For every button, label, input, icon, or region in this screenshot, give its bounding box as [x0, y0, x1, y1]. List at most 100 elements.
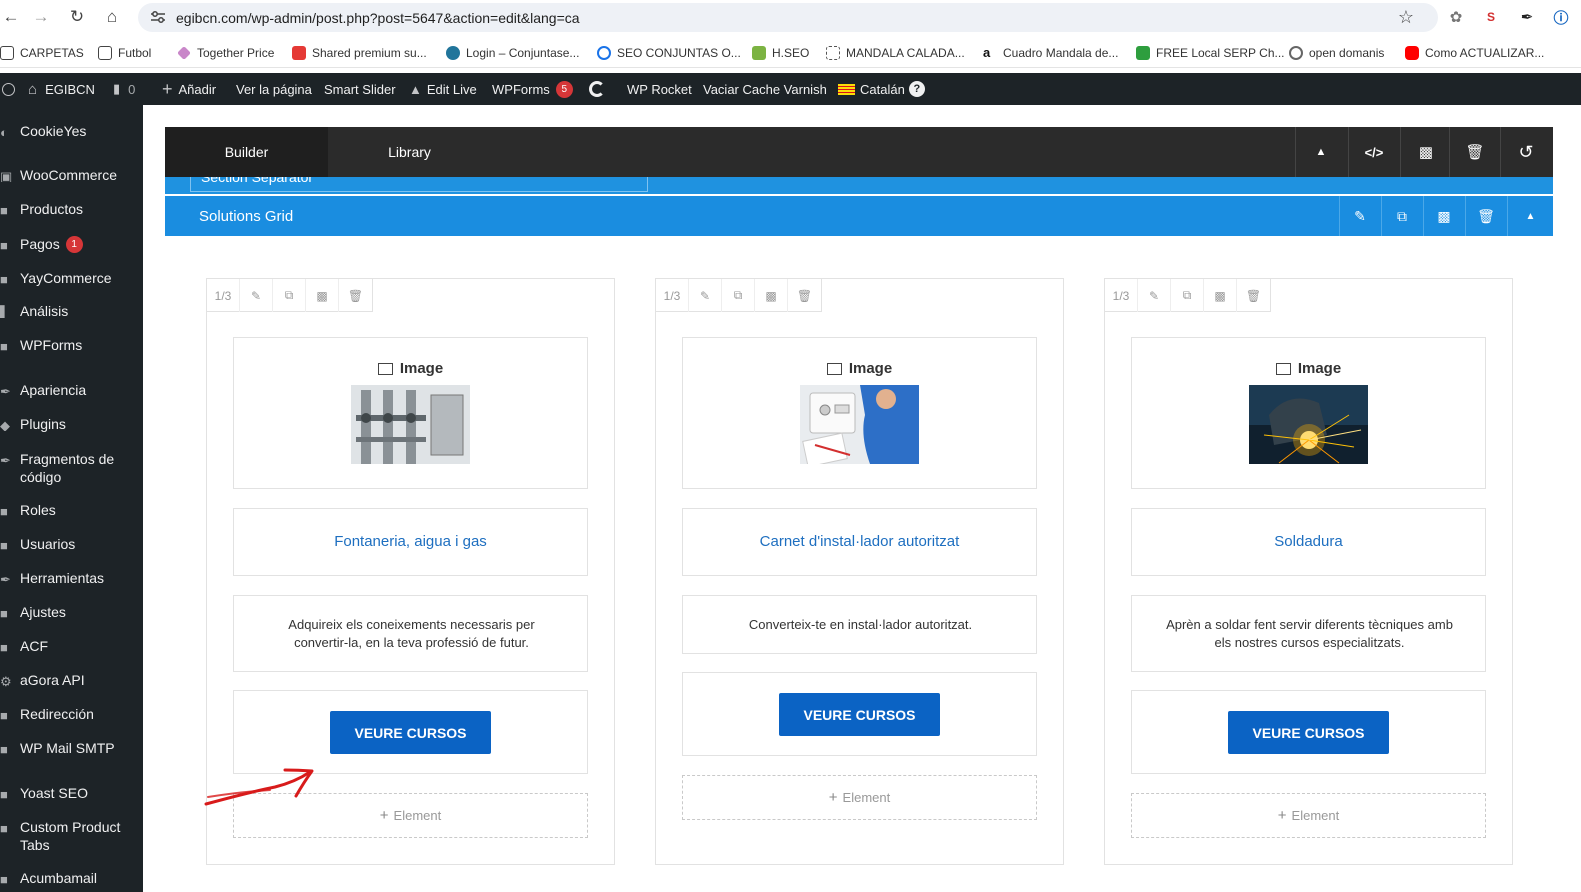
- sidebar-item-productos[interactable]: ■ Productos: [0, 200, 143, 218]
- image-element[interactable]: Image: [233, 337, 588, 489]
- sidebar-item-fragmentos[interactable]: ✒ Fragmentos de código: [0, 450, 125, 486]
- forward-icon[interactable]: →: [30, 6, 52, 28]
- section-name-input[interactable]: Section Separator: [190, 177, 648, 192]
- bookmark-item[interactable]: Futbol: [98, 44, 151, 62]
- save-template-icon[interactable]: ▩: [1204, 279, 1237, 312]
- save-template-icon[interactable]: ▩: [306, 279, 339, 312]
- save-layout-icon[interactable]: ▩: [1400, 127, 1451, 177]
- sidebar-item-yaycommerce[interactable]: ■ YayCommerce: [0, 269, 143, 287]
- column-size[interactable]: 1/3: [207, 279, 240, 312]
- sidebar-item-wpforms[interactable]: ■ WPForms: [0, 336, 143, 354]
- address-bar[interactable]: egibcn.com/wp-admin/post.php?post=5647&a…: [138, 3, 1438, 32]
- duplicate-icon[interactable]: ⧉: [1381, 196, 1422, 236]
- site-name-link[interactable]: ⌂ EGIBCN: [28, 73, 95, 105]
- add-element-button[interactable]: + Element: [682, 775, 1037, 820]
- home-icon[interactable]: ⌂: [101, 6, 123, 28]
- edit-live-link[interactable]: ▲ Edit Live: [409, 73, 477, 105]
- add-new-link[interactable]: + Añadir: [162, 73, 216, 105]
- sidebar-item-herramientas[interactable]: ✒ Herramientas: [0, 569, 143, 587]
- comments-link[interactable]: ▮ 0: [113, 73, 135, 105]
- bookmark-item[interactable]: open domanis: [1289, 44, 1384, 62]
- tab-builder[interactable]: Builder: [165, 127, 328, 177]
- sidebar-item-woocommerce[interactable]: ▣ WooCommerce: [0, 166, 143, 184]
- url-text[interactable]: egibcn.com/wp-admin/post.php?post=5647&a…: [176, 10, 580, 26]
- text-element[interactable]: Converteix-te en instal·lador autoritzat…: [682, 595, 1037, 654]
- trash-icon[interactable]: 🗑: [1449, 127, 1500, 177]
- sidebar-item-apariencia[interactable]: ✒ Apariencia: [0, 381, 143, 399]
- bookmark-item[interactable]: Shared premium su...: [292, 44, 427, 62]
- sidebar-item-analisis[interactable]: ▌ Análisis: [0, 302, 143, 320]
- query-monitor-icon[interactable]: [589, 73, 605, 105]
- sidebar-item-pagos[interactable]: ■ Pagos 1: [0, 235, 143, 253]
- trash-icon[interactable]: 🗑: [339, 279, 372, 312]
- bookmark-item[interactable]: Together Price: [177, 44, 274, 62]
- code-icon[interactable]: </>: [1348, 127, 1399, 177]
- duplicate-icon[interactable]: ⧉: [1171, 279, 1204, 312]
- save-template-icon[interactable]: ▩: [1423, 196, 1464, 236]
- sidebar-item-custom-product-tabs[interactable]: ■ Custom Product Tabs: [0, 818, 125, 854]
- duplicate-icon[interactable]: ⧉: [273, 279, 306, 312]
- varnish-cache-link[interactable]: Vaciar Cache Varnish: [703, 73, 827, 105]
- bookmark-item[interactable]: Login – Conjuntase...: [446, 44, 579, 62]
- extension-info-icon[interactable]: ⓘ: [1551, 7, 1571, 27]
- sidebar-item-usuarios[interactable]: ■ Usuarios: [0, 535, 143, 553]
- reload-icon[interactable]: ↻: [66, 6, 88, 28]
- save-template-icon[interactable]: ▩: [755, 279, 788, 312]
- site-settings-icon[interactable]: [150, 10, 166, 24]
- collapse-up-icon[interactable]: ▲: [1295, 127, 1346, 177]
- sidebar-item-acf[interactable]: ■ ACF: [0, 637, 143, 655]
- duplicate-icon[interactable]: ⧉: [722, 279, 755, 312]
- extension-eyedropper-icon[interactable]: ✒: [1517, 7, 1537, 27]
- trash-icon[interactable]: 🗑: [788, 279, 821, 312]
- collapse-up-icon[interactable]: ▲: [1507, 196, 1553, 236]
- sidebar-item-redireccion[interactable]: ■ Redirección: [0, 705, 143, 723]
- edit-pencil-icon[interactable]: ✎: [689, 279, 722, 312]
- veure-cursos-button[interactable]: VEURE CURSOS: [330, 711, 491, 754]
- sidebar-item-acumbamail[interactable]: ■ Acumbamail: [0, 869, 143, 887]
- trash-icon[interactable]: 🗑: [1237, 279, 1270, 312]
- sidebar-item-agora-api[interactable]: ⚙ aGora API: [0, 671, 143, 689]
- heading-element[interactable]: Fontaneria, aigua i gas: [233, 508, 588, 576]
- smart-slider-link[interactable]: Smart Slider: [324, 73, 396, 105]
- sidebar-item-wp-mail-smtp[interactable]: ■ WP Mail SMTP: [0, 739, 143, 757]
- button-element[interactable]: VEURE CURSOS: [1131, 690, 1486, 774]
- image-element[interactable]: Image: [1131, 337, 1486, 489]
- edit-pencil-icon[interactable]: ✎: [240, 279, 273, 312]
- edit-pencil-icon[interactable]: ✎: [1138, 279, 1171, 312]
- language-switcher[interactable]: Catalán?: [838, 73, 925, 105]
- wp-rocket-link[interactable]: WP Rocket: [627, 73, 692, 105]
- wordpress-logo-icon[interactable]: [2, 73, 15, 105]
- sidebar-item-cookieyes[interactable]: ◐ CookieYes: [0, 122, 143, 140]
- sidebar-item-ajustes[interactable]: ■ Ajustes: [0, 603, 143, 621]
- text-element[interactable]: Adquireix els coneixements necessaris pe…: [233, 595, 588, 672]
- veure-cursos-button[interactable]: VEURE CURSOS: [1228, 711, 1389, 754]
- bookmark-item[interactable]: FREE Local SERP Ch...: [1136, 44, 1285, 62]
- bookmark-item[interactable]: MANDALA CALADA...: [826, 44, 965, 62]
- text-element[interactable]: Aprèn a soldar fent servir diferents tèc…: [1131, 595, 1486, 672]
- veure-cursos-button[interactable]: VEURE CURSOS: [779, 693, 940, 736]
- sidebar-item-roles[interactable]: ■ Roles: [0, 501, 143, 519]
- back-icon[interactable]: ←: [0, 6, 22, 28]
- section-bar-solutions-grid[interactable]: Solutions Grid ✎ ⧉ ▩ 🗑 ▲: [165, 196, 1553, 236]
- sidebar-item-plugins[interactable]: ◆ Plugins: [0, 415, 143, 433]
- extension-seo-icon[interactable]: S: [1481, 7, 1501, 27]
- bookmark-item[interactable]: Como ACTUALIZAR...: [1405, 44, 1544, 62]
- extension-flower-icon[interactable]: ✿: [1446, 7, 1466, 27]
- bookmark-star-icon[interactable]: ☆: [1396, 7, 1416, 27]
- sidebar-item-yoast-seo[interactable]: ■ Yoast SEO: [0, 784, 143, 802]
- view-page-link[interactable]: Ver la página: [236, 73, 312, 105]
- add-element-button[interactable]: + Element: [1131, 793, 1486, 838]
- bookmark-item[interactable]: H.SEO: [752, 44, 809, 62]
- heading-element[interactable]: Carnet d'instal·lador autoritzat: [682, 508, 1037, 576]
- bookmark-item[interactable]: SEO CONJUNTAS O...: [597, 44, 741, 62]
- image-element[interactable]: Image: [682, 337, 1037, 489]
- button-element[interactable]: VEURE CURSOS: [682, 672, 1037, 756]
- column-size[interactable]: 1/3: [1105, 279, 1138, 312]
- history-icon[interactable]: ↺: [1500, 127, 1551, 177]
- heading-element[interactable]: Soldadura: [1131, 508, 1486, 576]
- tab-library[interactable]: Library: [328, 127, 491, 177]
- trash-icon[interactable]: 🗑: [1465, 196, 1506, 236]
- bookmark-item[interactable]: CARPETAS: [0, 44, 84, 62]
- edit-pencil-icon[interactable]: ✎: [1339, 196, 1380, 236]
- wpforms-link[interactable]: WPForms 5: [492, 73, 573, 105]
